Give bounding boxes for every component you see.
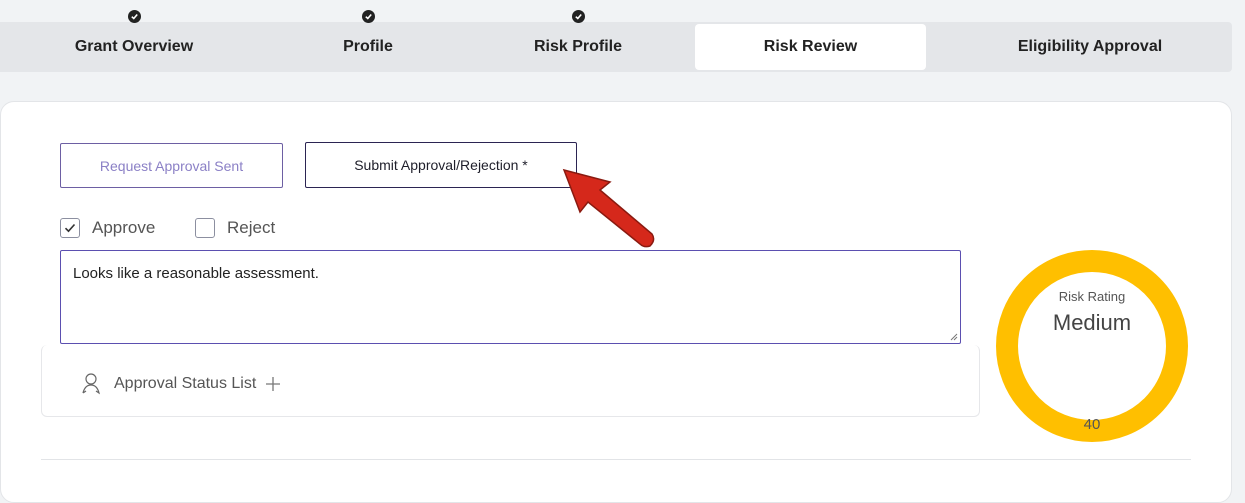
annotation-arrow-icon bbox=[562, 168, 655, 248]
request-approval-sent-button[interactable]: Request Approval Sent bbox=[60, 143, 283, 188]
tab-profile[interactable]: Profile bbox=[268, 10, 468, 72]
plus-icon[interactable] bbox=[264, 375, 282, 393]
step-tabs: Grant Overview Profile Risk Profile Risk… bbox=[0, 10, 1232, 72]
approval-status-toggle[interactable]: Approval Status List bbox=[80, 372, 282, 396]
approval-status-label: Approval Status List bbox=[114, 375, 257, 392]
comment-textarea[interactable]: Looks like a reasonable assessment. bbox=[60, 250, 961, 344]
check-icon bbox=[362, 10, 375, 23]
tab-risk-profile[interactable]: Risk Profile bbox=[468, 10, 688, 72]
tab-eligibility-approval[interactable]: Eligibility Approval bbox=[950, 22, 1230, 72]
tab-label: Risk Review bbox=[763, 38, 858, 55]
approve-checkbox[interactable] bbox=[60, 218, 80, 238]
tab-label: Risk Profile bbox=[533, 38, 623, 55]
checkmark-icon bbox=[64, 223, 76, 233]
risk-rating-caption: Risk Rating bbox=[1058, 289, 1126, 304]
check-icon bbox=[128, 10, 141, 23]
risk-rating-donut bbox=[996, 250, 1188, 442]
check-icon bbox=[572, 10, 585, 23]
tab-label: Profile bbox=[343, 38, 393, 55]
resize-grip-icon[interactable] bbox=[949, 332, 958, 341]
approve-label: Approve bbox=[92, 218, 156, 237]
submit-approval-button[interactable]: Submit Approval/Rejection * bbox=[305, 142, 577, 188]
tab-grant-overview[interactable]: Grant Overview bbox=[0, 10, 268, 72]
user-icon bbox=[82, 373, 100, 395]
risk-score: 40 bbox=[1083, 416, 1101, 433]
approve-option[interactable]: Approve bbox=[60, 216, 155, 240]
reject-label: Reject bbox=[227, 218, 276, 237]
reject-option[interactable]: Reject bbox=[195, 216, 275, 240]
tab-risk-review[interactable]: Risk Review bbox=[695, 24, 926, 70]
tab-label: Grant Overview bbox=[74, 38, 194, 55]
divider bbox=[41, 459, 1191, 460]
risk-rating-value: Medium bbox=[1052, 310, 1132, 335]
tab-label: Eligibility Approval bbox=[1017, 38, 1163, 55]
reject-checkbox[interactable] bbox=[195, 218, 215, 238]
comment-text: Looks like a reasonable assessment. bbox=[73, 265, 319, 282]
